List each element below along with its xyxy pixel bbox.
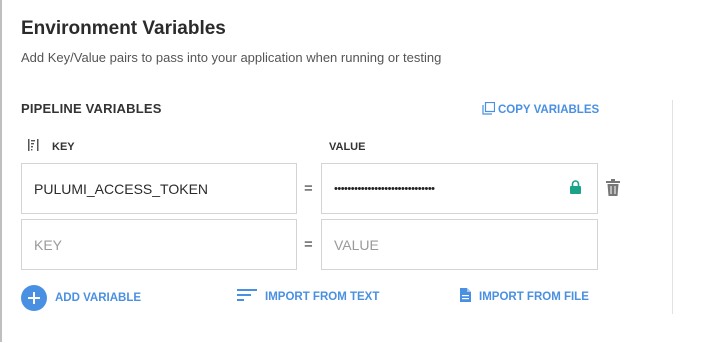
key-column-header: KEY [28,138,75,155]
import-from-text-label: IMPORT FROM TEXT [265,290,380,303]
new-value-input[interactable]: VALUE [321,219,598,270]
add-variable-button[interactable]: ADD VARIABLE [21,285,141,311]
variable-key-field[interactable]: PULUMI_ACCESS_TOKEN [21,163,297,214]
copy-variables-button[interactable]: COPY VARIABLES [482,101,600,118]
trash-icon[interactable] [606,179,620,201]
equals-sign: = [304,180,313,197]
lock-icon[interactable] [569,180,582,199]
section-title: PIPELINE VARIABLES [21,101,162,116]
panel-divider [672,100,673,314]
sort-icon[interactable] [28,138,40,155]
page-title: Environment Variables [21,18,226,39]
import-from-file-label: IMPORT FROM FILE [479,290,589,303]
plus-circle-icon [21,285,47,311]
new-key-input[interactable]: KEY [21,219,297,270]
import-from-file-button[interactable]: IMPORT FROM FILE [460,288,589,305]
equals-sign: = [304,236,313,253]
copy-icon [482,101,496,118]
import-from-text-button[interactable]: IMPORT FROM TEXT [237,288,379,305]
file-icon [460,288,471,305]
page-subtitle: Add Key/Value pairs to pass into your ap… [21,50,442,65]
text-lines-icon [237,288,257,305]
add-variable-label: ADD VARIABLE [55,292,142,304]
key-column-label: KEY [52,140,75,153]
value-column-header: VALUE [329,141,366,153]
copy-variables-label: COPY VARIABLES [498,104,600,116]
masked-value: •••••••••••••••••••••••••••••• [334,182,435,195]
variable-value-field[interactable]: •••••••••••••••••••••••••••••• [321,163,598,214]
panel-left-border [0,0,2,342]
